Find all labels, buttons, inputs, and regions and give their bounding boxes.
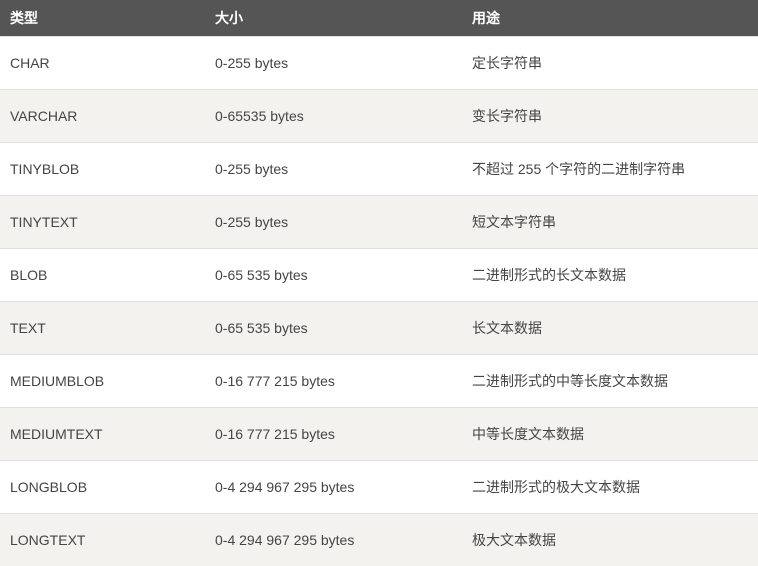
cell-size: 0-16 777 215 bytes — [205, 355, 462, 408]
cell-usage: 二进制形式的极大文本数据 — [462, 461, 758, 514]
table-row: VARCHAR0-65535 bytes变长字符串 — [0, 90, 758, 143]
cell-usage: 中等长度文本数据 — [462, 408, 758, 461]
cell-size: 0-4 294 967 295 bytes — [205, 514, 462, 566]
cell-type: MEDIUMBLOB — [0, 355, 205, 408]
table-row: BLOB0-65 535 bytes二进制形式的长文本数据 — [0, 249, 758, 302]
cell-usage: 不超过 255 个字符的二进制字符串 — [462, 143, 758, 196]
cell-type: VARCHAR — [0, 90, 205, 143]
cell-size: 0-16 777 215 bytes — [205, 408, 462, 461]
cell-type: LONGBLOB — [0, 461, 205, 514]
table-row: LONGTEXT0-4 294 967 295 bytes极大文本数据 — [0, 514, 758, 566]
cell-size: 0-65 535 bytes — [205, 249, 462, 302]
table-row: MEDIUMBLOB0-16 777 215 bytes二进制形式的中等长度文本… — [0, 355, 758, 408]
cell-usage: 定长字符串 — [462, 37, 758, 90]
string-types-table: 类型 大小 用途 CHAR0-255 bytes定长字符串VARCHAR0-65… — [0, 0, 758, 566]
cell-type: LONGTEXT — [0, 514, 205, 566]
table-row: TINYTEXT0-255 bytes短文本字符串 — [0, 196, 758, 249]
cell-size: 0-255 bytes — [205, 143, 462, 196]
header-usage: 用途 — [462, 0, 758, 37]
table-header-row: 类型 大小 用途 — [0, 0, 758, 37]
table-row: MEDIUMTEXT0-16 777 215 bytes中等长度文本数据 — [0, 408, 758, 461]
cell-type: TINYTEXT — [0, 196, 205, 249]
cell-size: 0-4 294 967 295 bytes — [205, 461, 462, 514]
cell-type: TINYBLOB — [0, 143, 205, 196]
cell-type: MEDIUMTEXT — [0, 408, 205, 461]
cell-usage: 极大文本数据 — [462, 514, 758, 566]
cell-usage: 变长字符串 — [462, 90, 758, 143]
header-size: 大小 — [205, 0, 462, 37]
cell-size: 0-255 bytes — [205, 37, 462, 90]
table-row: TEXT0-65 535 bytes长文本数据 — [0, 302, 758, 355]
header-type: 类型 — [0, 0, 205, 37]
cell-size: 0-65 535 bytes — [205, 302, 462, 355]
cell-usage: 短文本字符串 — [462, 196, 758, 249]
cell-size: 0-65535 bytes — [205, 90, 462, 143]
cell-type: TEXT — [0, 302, 205, 355]
cell-usage: 二进制形式的长文本数据 — [462, 249, 758, 302]
cell-usage: 长文本数据 — [462, 302, 758, 355]
table-row: CHAR0-255 bytes定长字符串 — [0, 37, 758, 90]
cell-size: 0-255 bytes — [205, 196, 462, 249]
cell-usage: 二进制形式的中等长度文本数据 — [462, 355, 758, 408]
table-row: LONGBLOB0-4 294 967 295 bytes二进制形式的极大文本数… — [0, 461, 758, 514]
cell-type: BLOB — [0, 249, 205, 302]
table-row: TINYBLOB0-255 bytes不超过 255 个字符的二进制字符串 — [0, 143, 758, 196]
cell-type: CHAR — [0, 37, 205, 90]
